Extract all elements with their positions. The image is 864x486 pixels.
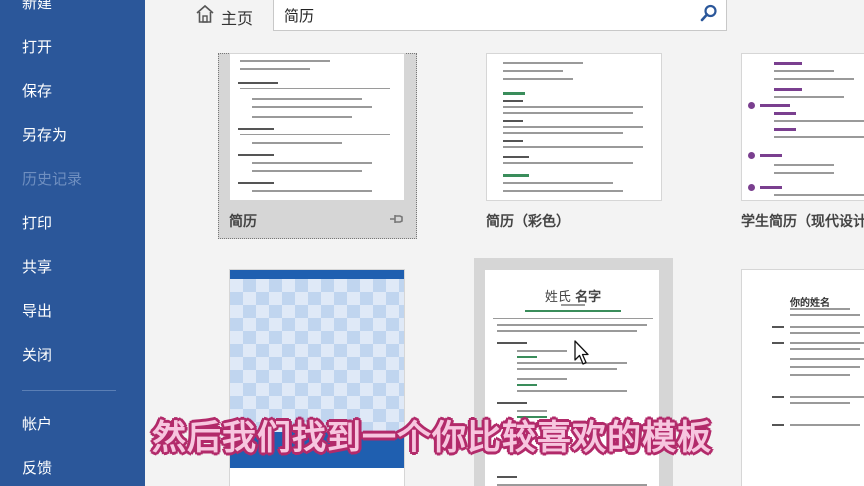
pin-icon[interactable]	[388, 211, 404, 227]
sidebar-item-print[interactable]: 打印	[22, 212, 52, 233]
thumb-surname: 姓氏	[544, 290, 571, 305]
search-input-value[interactable]: 简历	[284, 5, 314, 26]
mouse-cursor-icon	[574, 340, 589, 365]
video-subtitle: 然后我们找到一个你比较喜欢的模板	[152, 418, 712, 458]
thumb-your-name: 你的姓名	[790, 298, 830, 309]
sidebar-divider	[22, 390, 116, 391]
sidebar-item-open[interactable]: 打开	[22, 36, 52, 57]
banner-top-stripe	[230, 270, 404, 279]
template-thumbnail-resume[interactable]	[229, 53, 405, 201]
template-label-resume-color[interactable]: 简历（彩色）	[486, 211, 570, 231]
sidebar-item-close[interactable]: 关闭	[22, 344, 52, 365]
sidebar-item-save[interactable]: 保存	[22, 80, 52, 101]
sidebar-item-save-as[interactable]: 另存为	[22, 124, 67, 145]
template-label-student-resume[interactable]: 学生简历（现代设计	[741, 211, 864, 231]
sidebar-item-feedback[interactable]: 反馈	[22, 457, 52, 478]
template-thumbnail-student-resume[interactable]	[741, 53, 864, 201]
home-link[interactable]: 主页	[221, 5, 253, 29]
sidebar-item-share[interactable]: 共享	[22, 256, 52, 277]
home-icon[interactable]	[196, 4, 214, 24]
template-label-resume[interactable]: 简历	[229, 211, 257, 231]
sidebar-item-export[interactable]: 导出	[22, 300, 52, 321]
search-input[interactable]: 简历	[273, 0, 727, 31]
sidebar-item-history: 历史记录	[22, 170, 83, 188]
search-icon[interactable]	[700, 4, 718, 22]
template-thumbnail-resume-color[interactable]	[486, 53, 662, 201]
sidebar-item-new[interactable]: 新建	[22, 0, 52, 13]
thumb-name: 名字	[575, 290, 602, 305]
